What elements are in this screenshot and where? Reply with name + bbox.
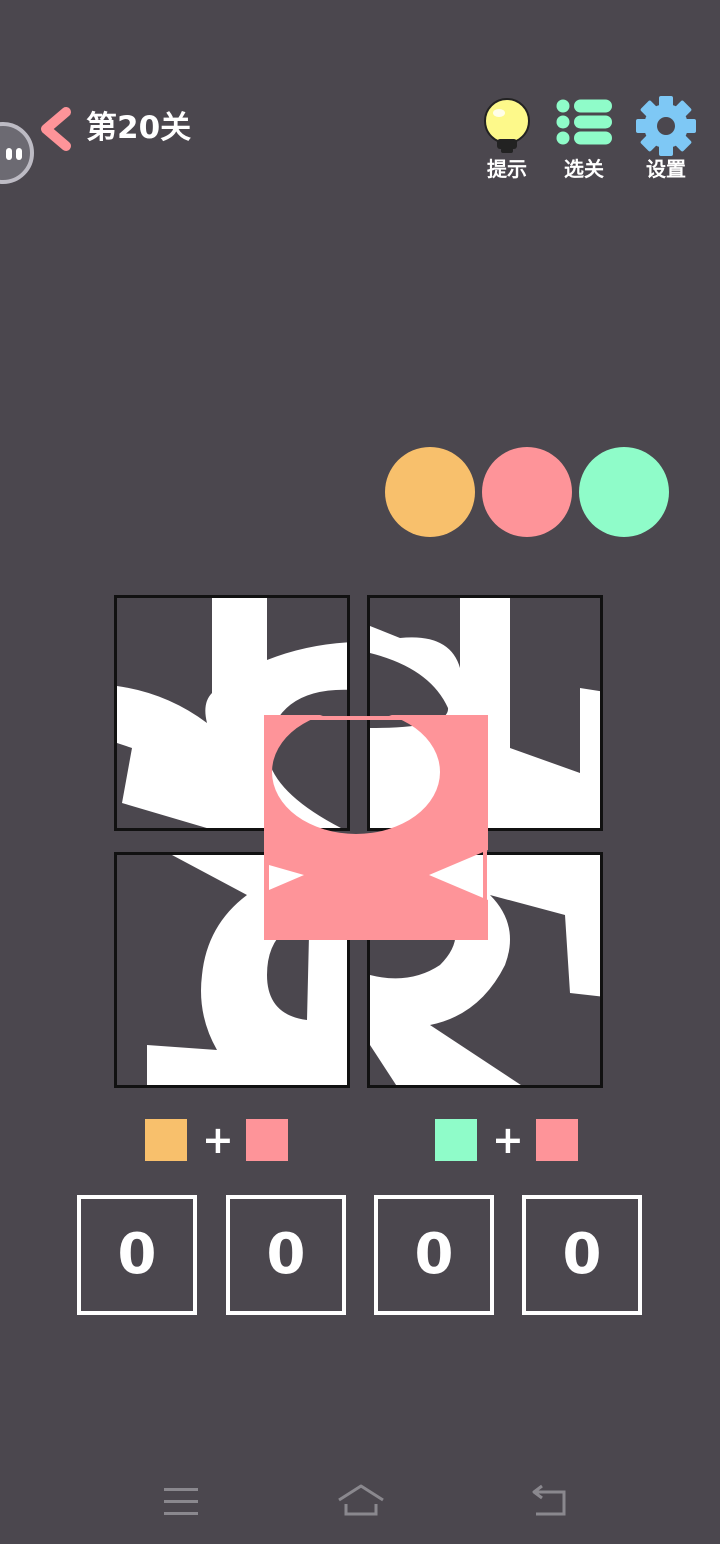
answer-digit-2[interactable]: 0 <box>226 1195 346 1315</box>
equation-1-left-color <box>145 1119 187 1161</box>
equation-2-operator: + <box>492 1118 524 1162</box>
color-dot-pink[interactable] <box>482 447 572 537</box>
color-dot-green[interactable] <box>579 447 669 537</box>
settings-label: 设置 <box>646 157 686 181</box>
overlay-shape-icon <box>264 715 488 940</box>
level-select-button[interactable]: 选关 <box>544 96 624 186</box>
robot-eye-icon <box>6 148 12 160</box>
chevron-left-icon <box>41 107 71 151</box>
back-icon <box>532 1484 566 1516</box>
answer-digit-3[interactable]: 0 <box>374 1195 494 1315</box>
pink-overlay-piece[interactable] <box>264 715 488 940</box>
answer-digit-1[interactable]: 0 <box>77 1195 197 1315</box>
equation-2-right-color <box>536 1119 578 1161</box>
equation-1-right-color <box>246 1119 288 1161</box>
robot-avatar[interactable] <box>0 122 34 184</box>
home-icon <box>338 1484 384 1516</box>
lightbulb-icon <box>484 98 530 153</box>
back-button[interactable] <box>36 106 76 152</box>
level-select-label: 选关 <box>564 157 604 181</box>
equation-1-operator: + <box>202 1118 234 1162</box>
list-icon <box>556 99 612 145</box>
color-dot-orange[interactable] <box>385 447 475 537</box>
system-home-button[interactable] <box>336 1480 386 1524</box>
settings-button[interactable]: 设置 <box>626 96 706 186</box>
answer-digit-4[interactable]: 0 <box>522 1195 642 1315</box>
system-back-button[interactable] <box>528 1480 570 1524</box>
menu-icon <box>164 1488 198 1515</box>
system-menu-button[interactable] <box>162 1480 200 1524</box>
equation-2-left-color <box>435 1119 477 1161</box>
hint-button[interactable]: 提示 <box>467 96 547 186</box>
gear-icon <box>636 96 696 156</box>
level-title: 第20关 <box>86 110 192 146</box>
robot-eye-icon <box>16 148 22 160</box>
hint-label: 提示 <box>487 157 527 181</box>
